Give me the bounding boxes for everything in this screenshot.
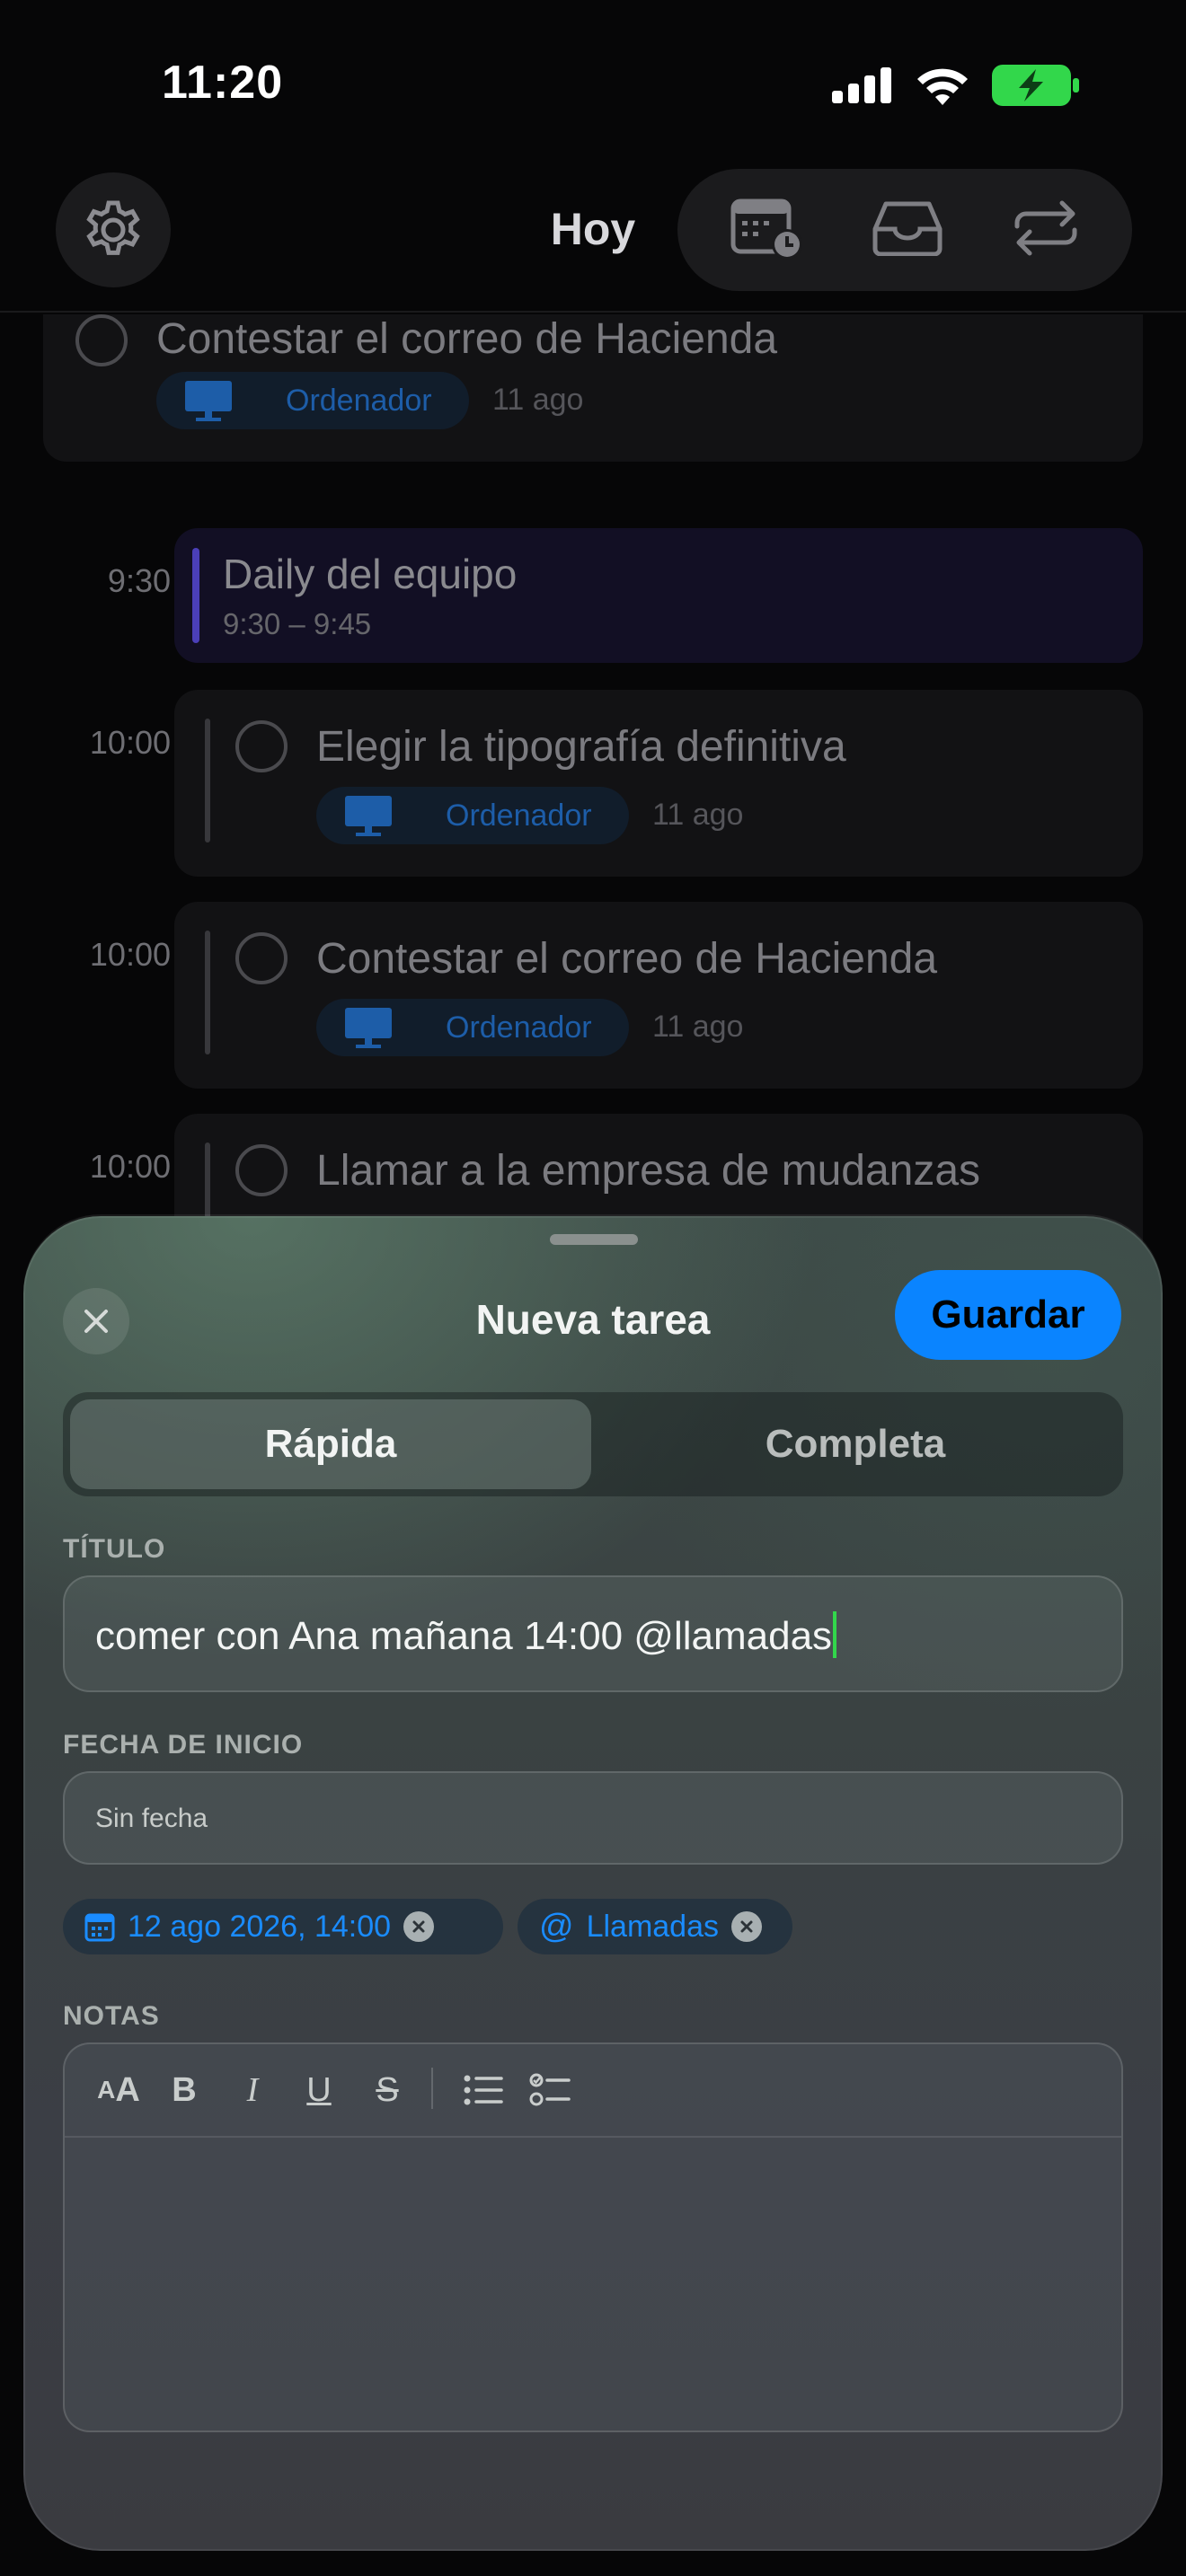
checklist-icon — [529, 2073, 571, 2106]
inbox-icon — [872, 201, 943, 256]
event-range: 9:30 – 9:45 — [223, 607, 372, 640]
task-time: 10:00 — [89, 724, 171, 761]
nav-divider — [0, 311, 1186, 313]
calendar-event[interactable]: Daily del equipo 9:30 – 9:45 — [174, 528, 1143, 663]
sheet-grabber[interactable] — [550, 1234, 638, 1245]
context-chip: Ordenador — [316, 999, 629, 1056]
task-time: 10:00 — [89, 1148, 171, 1185]
context-token-label: Llamadas — [586, 1909, 719, 1944]
title-input-value: comer con Ana mañana 14:00 @llamadas — [95, 1611, 837, 1659]
context-chip: Ordenador — [156, 372, 469, 429]
nav-actions — [677, 169, 1132, 291]
task-checkbox[interactable] — [235, 1144, 288, 1196]
list-item[interactable]: Contestar el correo de Hacienda Ordenado… — [174, 902, 1143, 1089]
task-date: 11 ago — [652, 798, 744, 832]
context-chip: Ordenador — [316, 787, 629, 844]
save-button[interactable]: Guardar — [895, 1270, 1121, 1360]
nav-header: Hoy — [0, 162, 1186, 313]
task-checkbox[interactable] — [235, 932, 288, 984]
gear-icon — [86, 200, 140, 255]
computer-icon — [345, 1008, 392, 1048]
date-token[interactable]: 12 ago 2026, 14:00 — [63, 1899, 503, 1954]
task-time: 10:00 — [89, 936, 171, 973]
task-title: Elegir la tipografía definitiva — [316, 723, 846, 771]
task-time-bar — [205, 931, 210, 1054]
task-checkbox[interactable] — [235, 720, 288, 772]
formatting-toolbar: AA B I U S — [65, 2044, 1121, 2138]
text-caret — [833, 1611, 837, 1658]
segment-quick[interactable]: Rápida — [70, 1399, 591, 1489]
segment-complete[interactable]: Completa — [595, 1399, 1116, 1489]
context-chip-label: Ordenador — [286, 384, 432, 418]
task-title: Llamar a la empresa de mudanzas — [316, 1147, 981, 1195]
context-chip-label: Ordenador — [446, 798, 592, 833]
close-icon — [740, 1920, 753, 1933]
bullet-list-icon — [464, 2075, 503, 2105]
strikethrough-button[interactable]: S — [365, 2068, 410, 2113]
context-token[interactable]: @ Llamadas — [518, 1899, 792, 1954]
computer-icon — [345, 796, 392, 836]
remove-context-token-button[interactable] — [731, 1911, 762, 1942]
start-date-placeholder: Sin fecha — [95, 1804, 208, 1833]
italic-button[interactable]: I — [230, 2068, 275, 2113]
task-title: Contestar el correo de Hacienda — [156, 315, 778, 363]
underline-button[interactable]: U — [296, 2068, 341, 2113]
event-title: Daily del equipo — [223, 551, 518, 597]
list-item[interactable]: Elegir la tipografía definitiva Ordenado… — [174, 690, 1143, 877]
calendar-clock-icon — [730, 198, 802, 260]
mode-segmented-control: Rápida Completa — [63, 1392, 1123, 1496]
title-input[interactable]: comer con Ana mañana 14:00 @llamadas — [63, 1575, 1123, 1692]
text-size-icon-large: A — [115, 2070, 140, 2109]
new-task-sheet: Nueva tarea Guardar Rápida Completa TÍTU… — [23, 1216, 1163, 2551]
remove-date-token-button[interactable] — [403, 1911, 435, 1942]
repeat-button[interactable] — [1012, 199, 1080, 261]
calendar-icon — [84, 1913, 115, 1942]
status-icons — [832, 65, 1080, 106]
at-icon: @ — [539, 1907, 574, 1945]
text-size-button[interactable]: AA — [92, 2068, 146, 2113]
title-input-text: comer con Ana mañana 14:00 @llamadas — [95, 1614, 833, 1658]
start-date-field[interactable]: Sin fecha — [63, 1771, 1123, 1865]
cellular-signal-icon — [832, 67, 891, 103]
status-time: 11:20 — [162, 57, 284, 109]
settings-button[interactable] — [56, 172, 171, 287]
text-size-icon: A — [97, 2076, 116, 2104]
wifi-icon — [917, 68, 968, 105]
inbox-button[interactable] — [872, 200, 943, 260]
title-label: TÍTULO — [63, 1534, 166, 1564]
list-item[interactable]: Contestar el correo de Hacienda Ordenado… — [43, 314, 1143, 462]
close-icon — [412, 1920, 425, 1933]
start-date-label: FECHA DE INICIO — [63, 1730, 304, 1760]
bold-button[interactable]: B — [162, 2068, 207, 2113]
task-date: 11 ago — [492, 383, 584, 417]
notes-editor[interactable]: AA B I U S — [63, 2042, 1123, 2432]
screen: 11:20 Hoy Contestar el correo de Haciend… — [0, 0, 1186, 2576]
task-date: 11 ago — [652, 1010, 744, 1044]
notes-label: NOTAS — [63, 2001, 160, 2031]
checklist-button[interactable] — [523, 2068, 577, 2113]
task-title: Contestar el correo de Hacienda — [316, 935, 938, 983]
event-color-bar — [192, 548, 199, 643]
event-time: 9:30 — [107, 562, 171, 599]
task-time-bar — [205, 719, 210, 842]
date-token-label: 12 ago 2026, 14:00 — [128, 1909, 392, 1944]
calendar-clock-button[interactable] — [730, 196, 803, 265]
computer-icon — [185, 381, 232, 421]
toolbar-separator — [431, 2068, 433, 2109]
bullet-list-button[interactable] — [456, 2068, 510, 2113]
nav-title: Hoy — [550, 204, 636, 254]
repeat-icon — [1014, 200, 1077, 255]
task-checkbox[interactable] — [75, 314, 128, 366]
battery-charging-icon — [992, 65, 1079, 106]
context-chip-label: Ordenador — [446, 1010, 592, 1045]
